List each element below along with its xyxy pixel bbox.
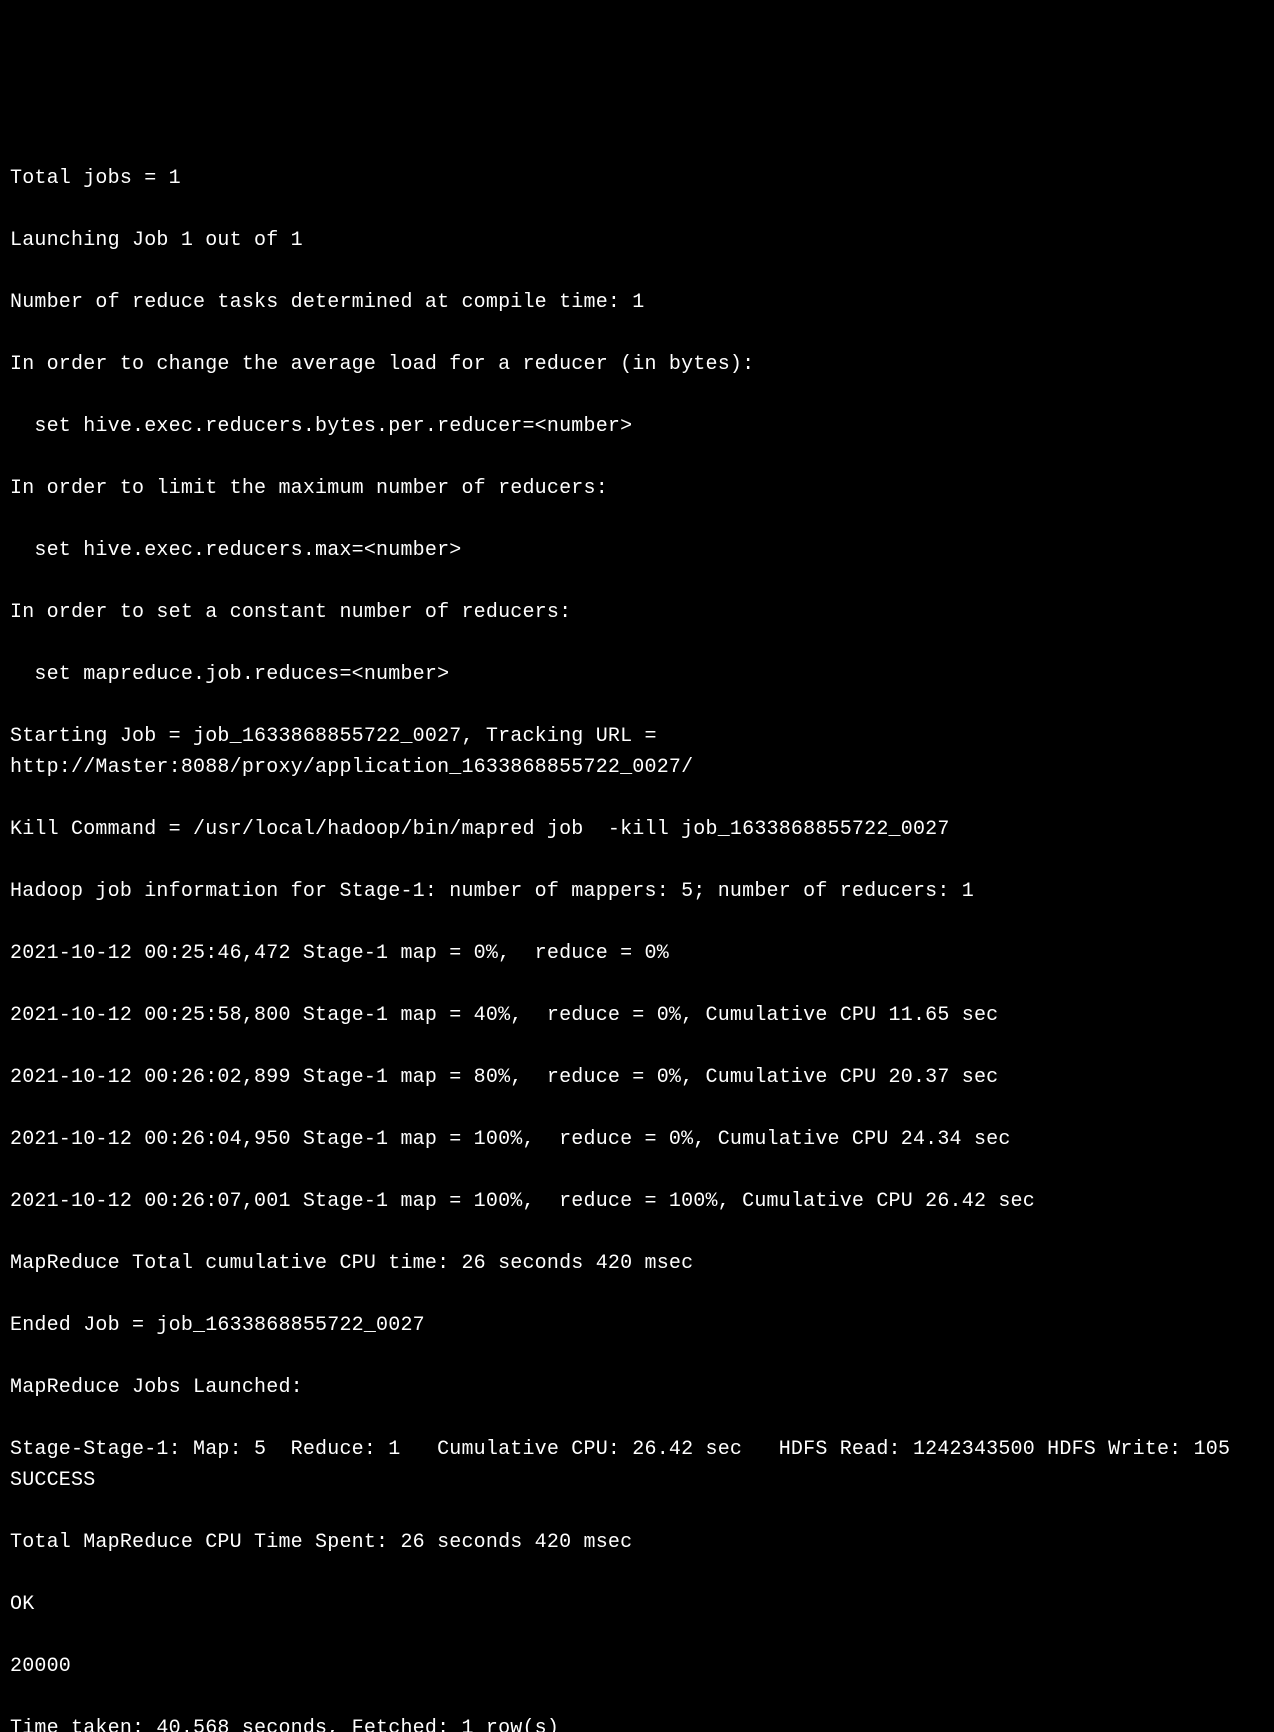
terminal-line: Kill Command = /usr/local/hadoop/bin/map… <box>10 814 1264 845</box>
terminal-line: Hadoop job information for Stage-1: numb… <box>10 876 1264 907</box>
terminal-line: set hive.exec.reducers.max=<number> <box>10 535 1264 566</box>
terminal-line: 20000 <box>10 1651 1264 1682</box>
terminal-line: In order to limit the maximum number of … <box>10 473 1264 504</box>
terminal-line: Stage-Stage-1: Map: 5 Reduce: 1 Cumulati… <box>10 1434 1264 1496</box>
terminal-output[interactable]: Total jobs = 1 Launching Job 1 out of 1 … <box>10 132 1264 1732</box>
terminal-line: Total MapReduce CPU Time Spent: 26 secon… <box>10 1527 1264 1558</box>
terminal-line: In order to set a constant number of red… <box>10 597 1264 628</box>
terminal-line: OK <box>10 1589 1264 1620</box>
terminal-line: 2021-10-12 00:26:04,950 Stage-1 map = 10… <box>10 1124 1264 1155</box>
terminal-line: set mapreduce.job.reduces=<number> <box>10 659 1264 690</box>
terminal-line: Time taken: 40.568 seconds, Fetched: 1 r… <box>10 1713 1264 1732</box>
terminal-line: 2021-10-12 00:25:58,800 Stage-1 map = 40… <box>10 1000 1264 1031</box>
terminal-line: Launching Job 1 out of 1 <box>10 225 1264 256</box>
terminal-line: 2021-10-12 00:26:07,001 Stage-1 map = 10… <box>10 1186 1264 1217</box>
terminal-line: 2021-10-12 00:26:02,899 Stage-1 map = 80… <box>10 1062 1264 1093</box>
terminal-line: Starting Job = job_1633868855722_0027, T… <box>10 721 1264 783</box>
terminal-line: MapReduce Total cumulative CPU time: 26 … <box>10 1248 1264 1279</box>
terminal-line: Ended Job = job_1633868855722_0027 <box>10 1310 1264 1341</box>
terminal-line: Number of reduce tasks determined at com… <box>10 287 1264 318</box>
terminal-line: 2021-10-12 00:25:46,472 Stage-1 map = 0%… <box>10 938 1264 969</box>
terminal-line: In order to change the average load for … <box>10 349 1264 380</box>
terminal-line: MapReduce Jobs Launched: <box>10 1372 1264 1403</box>
terminal-line: set hive.exec.reducers.bytes.per.reducer… <box>10 411 1264 442</box>
terminal-line: Total jobs = 1 <box>10 163 1264 194</box>
